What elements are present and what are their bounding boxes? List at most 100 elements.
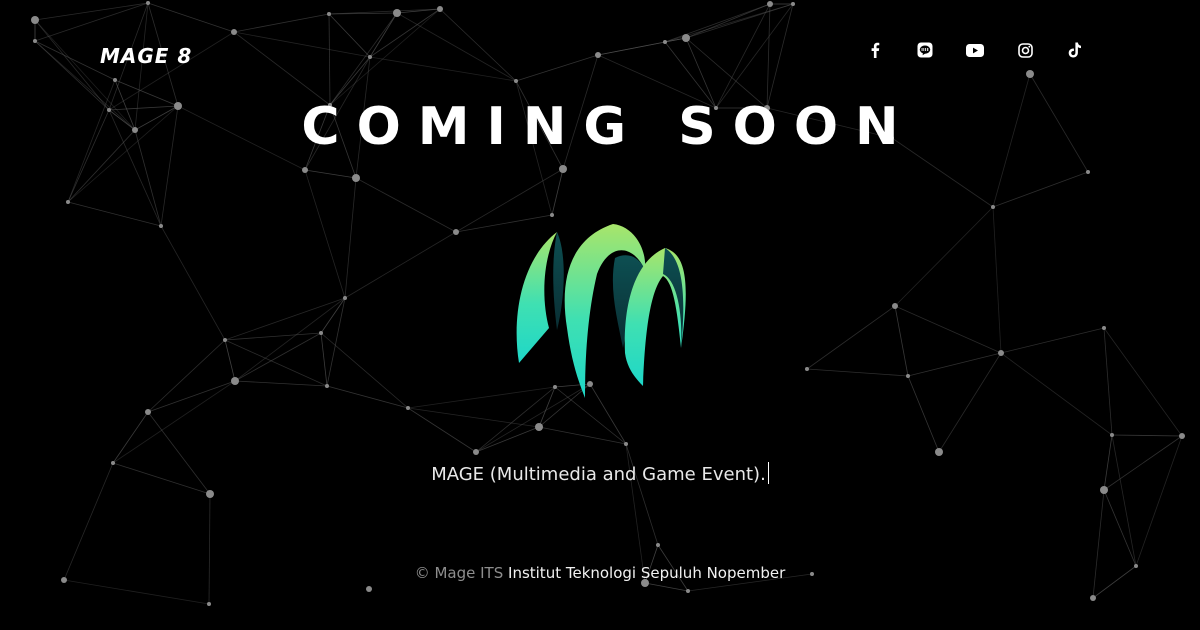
- network-link: [992, 171, 1089, 208]
- network-link: [320, 332, 328, 387]
- network-link: [907, 352, 1002, 377]
- network-link: [894, 305, 1002, 354]
- network-link: [894, 206, 994, 307]
- network-node: [223, 338, 227, 342]
- network-link: [538, 426, 627, 445]
- network-link: [806, 305, 896, 370]
- network-node: [686, 589, 690, 593]
- network-node: [327, 12, 331, 16]
- network-link: [396, 12, 517, 82]
- network-node: [535, 423, 543, 431]
- instagram-icon[interactable]: [1000, 38, 1050, 62]
- network-link: [147, 2, 235, 33]
- network-node: [1179, 433, 1185, 439]
- network-link: [1135, 435, 1183, 567]
- network-node: [559, 165, 567, 173]
- network-link: [304, 169, 346, 299]
- network-node: [437, 6, 443, 12]
- network-link: [34, 2, 149, 21]
- network-node: [682, 34, 690, 42]
- typing-cursor: [767, 462, 769, 484]
- network-node: [352, 174, 360, 182]
- network-link: [233, 31, 331, 106]
- network-link: [1111, 434, 1183, 437]
- network-node: [767, 1, 773, 7]
- network-node: [1100, 486, 1108, 494]
- network-link: [160, 225, 226, 341]
- network-node: [146, 1, 150, 5]
- network-link: [644, 582, 689, 592]
- network-link: [407, 407, 477, 453]
- network-node: [206, 490, 214, 498]
- network-node: [656, 543, 660, 547]
- network-node: [33, 39, 37, 43]
- institution-link[interactable]: Institut Teknologi Sepuluh Nopember: [508, 564, 785, 582]
- network-link: [685, 3, 771, 39]
- network-node: [368, 55, 372, 59]
- network-link: [551, 168, 564, 216]
- network-node: [1086, 170, 1090, 174]
- network-link: [1000, 352, 1113, 436]
- network-node: [663, 40, 667, 44]
- line-icon[interactable]: [900, 38, 950, 62]
- youtube-icon[interactable]: [950, 38, 1000, 62]
- network-node: [595, 52, 601, 58]
- network-link: [685, 3, 794, 39]
- coming-soon-page: MAGE 8 COMING SOON MAGE (Multimedia and …: [0, 0, 1200, 630]
- network-link: [938, 352, 1002, 453]
- network-node: [892, 303, 898, 309]
- network-link: [355, 177, 457, 233]
- network-node: [935, 448, 943, 456]
- network-link: [625, 443, 659, 546]
- network-link: [233, 13, 330, 33]
- network-link: [344, 177, 357, 299]
- network-node: [453, 229, 459, 235]
- brand-logo[interactable]: MAGE 8: [100, 44, 192, 68]
- network-link: [34, 2, 149, 42]
- network-node: [514, 79, 518, 83]
- network-link: [1103, 327, 1183, 437]
- network-link: [63, 579, 210, 605]
- network-node: [624, 442, 628, 446]
- network-link: [234, 332, 322, 382]
- network-node: [791, 2, 795, 6]
- network-link: [304, 169, 357, 179]
- network-node: [159, 224, 163, 228]
- network-node: [302, 167, 308, 173]
- facebook-icon[interactable]: [850, 38, 900, 62]
- mage-logo-mark: [516, 224, 686, 398]
- network-node: [113, 78, 117, 82]
- network-link: [766, 3, 771, 109]
- network-node: [319, 331, 323, 335]
- network-node: [31, 16, 39, 24]
- network-link: [224, 339, 236, 382]
- network-node: [393, 9, 401, 17]
- network-node: [1110, 433, 1114, 437]
- network-link: [208, 493, 211, 605]
- network-node: [998, 350, 1004, 356]
- network-node: [366, 586, 372, 592]
- network-node: [145, 409, 151, 415]
- network-link: [766, 3, 794, 109]
- tiktok-icon[interactable]: [1050, 38, 1100, 62]
- network-link: [320, 332, 409, 409]
- network-link: [112, 411, 149, 464]
- network-node: [325, 384, 329, 388]
- network-link: [67, 201, 162, 227]
- network-link: [112, 380, 236, 464]
- network-node: [1102, 326, 1106, 330]
- network-link: [475, 426, 540, 453]
- network-node: [1090, 595, 1096, 601]
- network-node: [991, 205, 995, 209]
- network-link: [224, 332, 322, 341]
- footer: © Mage ITS Institut Teknologi Sepuluh No…: [0, 563, 1200, 583]
- network-node: [805, 367, 809, 371]
- network-link: [1000, 327, 1105, 354]
- network-link: [369, 8, 441, 58]
- network-node: [66, 200, 70, 204]
- network-link: [328, 13, 331, 106]
- network-node: [1026, 70, 1034, 78]
- network-link: [992, 206, 1002, 354]
- tagline: MAGE (Multimedia and Game Event).: [0, 462, 1200, 486]
- network-node: [231, 377, 239, 385]
